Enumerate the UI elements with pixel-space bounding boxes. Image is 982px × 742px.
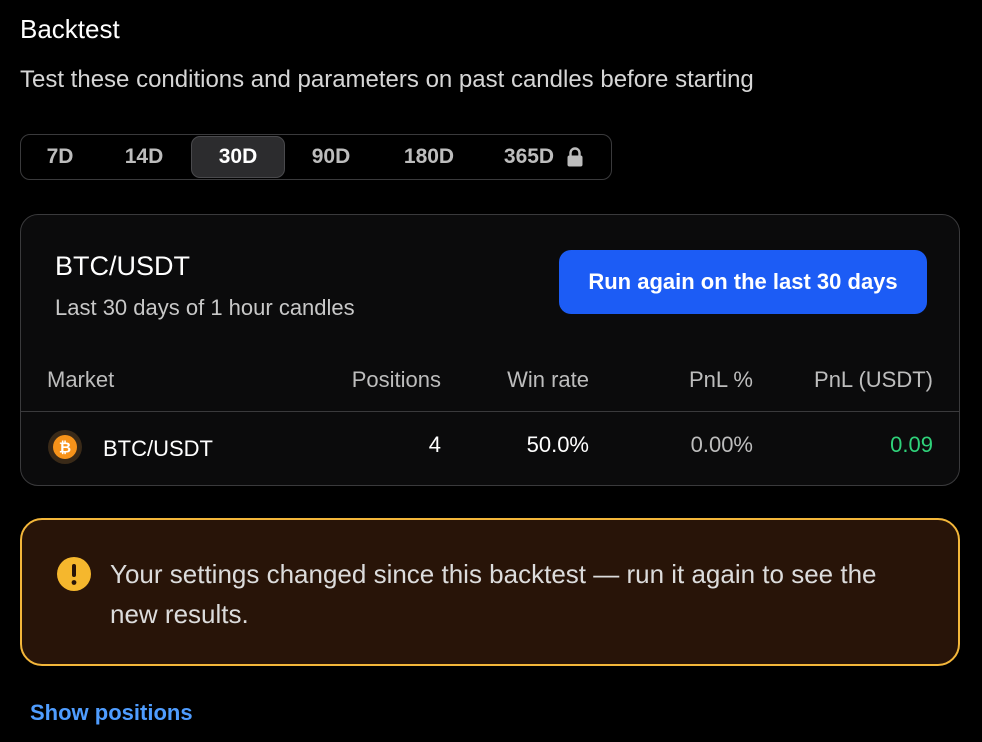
tab-365d[interactable]: 365D — [481, 136, 607, 178]
lock-icon — [567, 147, 583, 167]
show-positions-link[interactable]: Show positions — [30, 700, 193, 726]
bitcoin-icon: ₿ — [48, 430, 82, 464]
tab-label: 90D — [311, 145, 351, 168]
period-selector: 7D 14D 30D 90D 180D 365D — [20, 134, 612, 180]
page-title: Backtest — [20, 14, 120, 44]
tab-label: 180D — [403, 145, 455, 168]
tab-label: 365D — [503, 145, 555, 168]
column-pnl-usdt: PnL (USDT) — [814, 367, 933, 392]
candle-range-description: Last 30 days of 1 hour candles — [55, 295, 355, 320]
settings-changed-warning: Your settings changed since this backtes… — [20, 518, 960, 666]
pnl-usdt-value: 0.09 — [890, 432, 933, 457]
column-win-rate: Win rate — [507, 367, 589, 392]
tab-14d[interactable]: 14D — [97, 136, 191, 178]
win-rate-value: 50.0% — [526, 432, 589, 457]
tab-label: 30D — [218, 145, 258, 168]
table-row[interactable]: ₿ BTC/USDT 4 50.0% 0.00% 0.09 — [21, 412, 959, 484]
warning-message: Your settings changed since this backtes… — [110, 559, 877, 629]
run-again-button[interactable]: Run again on the last 30 days — [559, 250, 927, 314]
tab-180d[interactable]: 180D — [377, 136, 481, 178]
tab-90d[interactable]: 90D — [285, 136, 377, 178]
column-pnl-percent: PnL % — [688, 367, 753, 392]
tab-7d[interactable]: 7D — [23, 136, 97, 178]
results-table-header: Market Positions Win rate PnL % PnL (USD… — [21, 361, 959, 411]
exclamation-icon — [57, 557, 91, 591]
page-subtitle: Test these conditions and parameters on … — [20, 66, 754, 93]
backtest-result-card: BTC/USDT Last 30 days of 1 hour candles … — [20, 214, 960, 486]
tab-label: 7D — [46, 145, 74, 168]
tab-30d[interactable]: 30D — [191, 136, 285, 178]
tab-label: 14D — [124, 145, 164, 168]
market-name: BTC/USDT — [103, 436, 213, 461]
column-positions: Positions — [351, 367, 441, 392]
column-market: Market — [47, 367, 115, 392]
pair-title: BTC/USDT — [55, 251, 190, 281]
svg-text:₿: ₿ — [59, 440, 71, 457]
pnl-percent-value: 0.00% — [690, 432, 753, 457]
positions-value: 4 — [428, 432, 441, 457]
